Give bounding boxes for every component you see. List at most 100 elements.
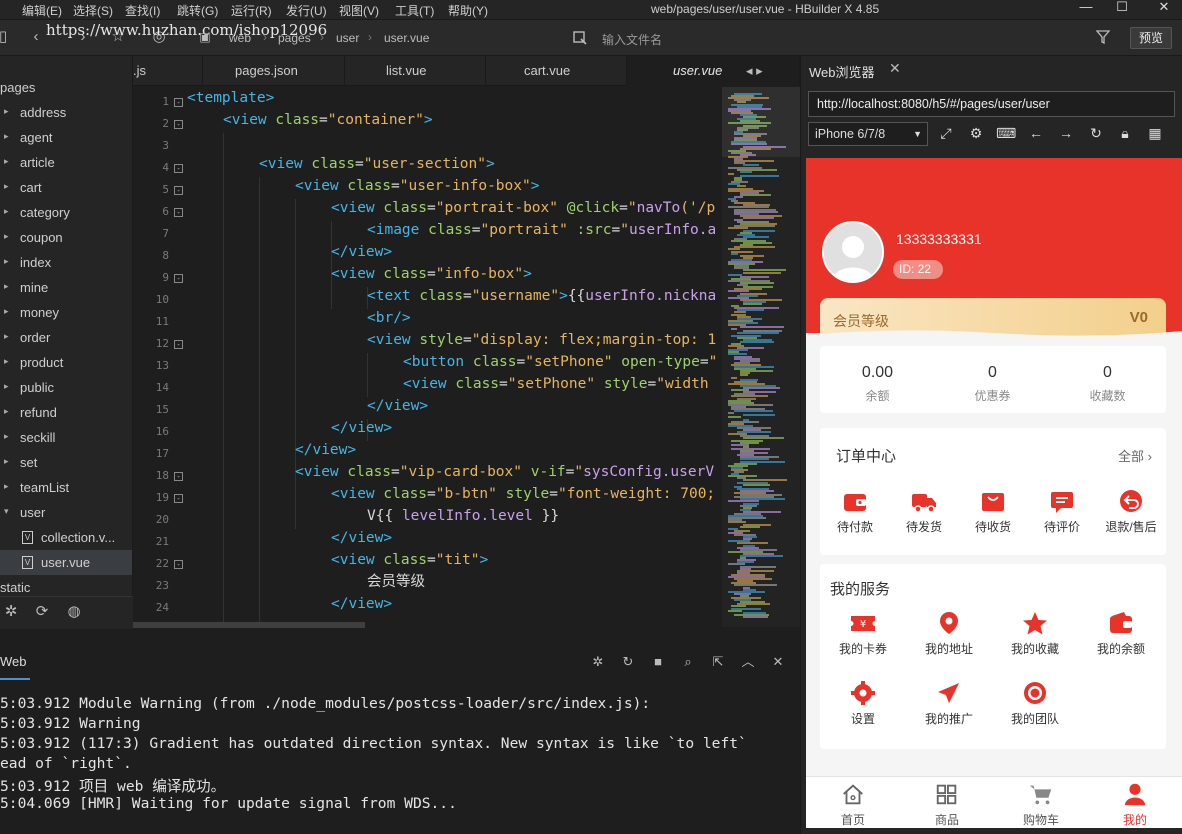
horizontal-scrollbar[interactable] bbox=[133, 622, 365, 628]
plugin-icon[interactable]: ◍ bbox=[65, 603, 83, 621]
tree-folder[interactable]: ▸ index bbox=[0, 250, 132, 275]
collapse-icon[interactable]: ︿ bbox=[739, 653, 757, 671]
console-tab-web[interactable]: Web bbox=[0, 654, 27, 669]
fold-icon[interactable]: - bbox=[174, 494, 183, 503]
tree-folder[interactable]: ▸ product bbox=[0, 350, 132, 375]
menu-publish[interactable]: 发行(U) bbox=[286, 2, 327, 19]
browser-tab[interactable]: Web浏览器 bbox=[809, 62, 875, 81]
fold-icon[interactable]: - bbox=[174, 120, 183, 129]
fold-icon[interactable]: - bbox=[174, 560, 183, 569]
service-item[interactable]: 设置 bbox=[828, 680, 898, 727]
menu-tools[interactable]: 工具(T) bbox=[395, 2, 434, 19]
service-item[interactable]: 我的余额 bbox=[1086, 610, 1156, 657]
breadcrumb-item[interactable]: user.vue bbox=[384, 31, 429, 45]
stop-icon[interactable]: ■ bbox=[649, 653, 667, 671]
order-item[interactable]: 待收货 bbox=[958, 488, 1028, 535]
order-item[interactable]: 待发货 bbox=[889, 488, 959, 535]
tabbar-item[interactable]: 我的 bbox=[1088, 781, 1182, 828]
device-select[interactable]: iPhone 6/7/8 ▼ bbox=[808, 122, 928, 146]
fold-icon[interactable]: - bbox=[174, 186, 183, 195]
service-item[interactable]: 我的团队 bbox=[1000, 680, 1070, 727]
tree-folder[interactable]: ▸ teamList bbox=[0, 475, 132, 500]
service-item[interactable]: 我的推广 bbox=[914, 680, 984, 727]
rotate-icon[interactable]: ⤢ bbox=[936, 123, 956, 143]
settings-icon[interactable]: ⚙ bbox=[966, 123, 986, 143]
close-icon[interactable]: ✕ bbox=[889, 60, 901, 77]
filter-icon[interactable] bbox=[1096, 30, 1110, 44]
tab-user-vue[interactable]: user.vue ◂ ▸ bbox=[627, 56, 800, 86]
devtools-icon[interactable]: ⌨ bbox=[996, 123, 1016, 143]
breadcrumb-item[interactable]: pages bbox=[278, 31, 311, 45]
restart-icon[interactable]: ↻ bbox=[619, 653, 637, 671]
debug-icon[interactable]: ✲ bbox=[2, 603, 20, 621]
save-icon[interactable]: ▯ bbox=[0, 28, 12, 46]
maximize-icon[interactable]: ☐ bbox=[1104, 0, 1140, 19]
menu-select[interactable]: 选择(S) bbox=[73, 2, 113, 19]
order-item[interactable]: 待评价 bbox=[1027, 488, 1097, 535]
service-item[interactable]: 我的地址 bbox=[914, 610, 984, 657]
fold-icon[interactable]: - bbox=[174, 98, 183, 107]
back-icon[interactable]: ‹ bbox=[27, 28, 45, 46]
preview-button[interactable]: 预览 bbox=[1130, 27, 1172, 49]
stat-favorites[interactable]: 0 收藏数 bbox=[1050, 364, 1165, 404]
tabbar-item[interactable]: 购物车 bbox=[994, 781, 1088, 828]
fold-icon[interactable]: - bbox=[174, 340, 183, 349]
clear-icon[interactable]: ✕ bbox=[769, 653, 787, 671]
tree-file[interactable]: Vuser.vue bbox=[0, 550, 132, 575]
breadcrumb-item[interactable]: user bbox=[336, 31, 359, 45]
tree-folder[interactable]: ▸ order bbox=[0, 325, 132, 350]
menu-find[interactable]: 查找(I) bbox=[125, 2, 160, 19]
git-icon[interactable]: ⟳ bbox=[33, 603, 51, 621]
tab-js[interactable]: .js bbox=[133, 56, 203, 86]
tree-folder[interactable]: ▸ address bbox=[0, 100, 132, 125]
order-item[interactable]: 退款/售后 bbox=[1096, 488, 1166, 535]
back-arrow-icon[interactable]: ← bbox=[1026, 123, 1046, 143]
qrcode-icon[interactable]: ▦ bbox=[1145, 123, 1165, 143]
tree-folder[interactable]: ▸ cart bbox=[0, 175, 132, 200]
tree-folder[interactable]: ▸ agent bbox=[0, 125, 132, 150]
tree-folder[interactable]: ▸ article bbox=[0, 150, 132, 175]
url-input[interactable]: http://localhost:8080/h5/#/pages/user/us… bbox=[808, 91, 1175, 117]
order-item[interactable]: 待付款 bbox=[820, 488, 890, 535]
tab-pages-json[interactable]: pages.json bbox=[203, 56, 345, 86]
tabbar-item[interactable]: 首页 bbox=[806, 781, 900, 828]
minimap[interactable] bbox=[722, 87, 800, 627]
tab-cart-vue[interactable]: cart.vue bbox=[486, 56, 627, 86]
tree-folder[interactable]: ▸ seckill bbox=[0, 425, 132, 450]
tabbar-item[interactable]: 商品 bbox=[900, 781, 994, 828]
service-item[interactable]: 我的收藏 bbox=[1000, 610, 1070, 657]
tree-folder[interactable]: ▸ public bbox=[0, 375, 132, 400]
fold-icon[interactable]: - bbox=[174, 164, 183, 173]
fold-icon[interactable]: - bbox=[174, 208, 183, 217]
avatar[interactable] bbox=[822, 221, 884, 283]
tree-folder[interactable]: ▸ refund bbox=[0, 400, 132, 425]
tab-nav-icon[interactable]: ◂ ▸ bbox=[746, 63, 763, 79]
breadcrumb-item[interactable]: web bbox=[229, 31, 251, 45]
bug-icon[interactable]: ✲ bbox=[589, 653, 607, 671]
minimize-icon[interactable]: — bbox=[1068, 0, 1104, 19]
tree-folder[interactable]: ▸ mine bbox=[0, 275, 132, 300]
menu-help[interactable]: 帮助(Y) bbox=[448, 2, 488, 19]
tree-folder[interactable]: ▸ coupon bbox=[0, 225, 132, 250]
find-log-icon[interactable]: ⌕ bbox=[679, 653, 697, 671]
file-search-input[interactable]: 输入文件名 bbox=[570, 26, 870, 50]
service-item[interactable]: ¥ 我的卡券 bbox=[828, 610, 898, 657]
tree-folder[interactable]: ▸ money bbox=[0, 300, 132, 325]
fold-icon[interactable]: - bbox=[174, 472, 183, 481]
menu-view[interactable]: 视图(V) bbox=[339, 2, 379, 19]
stat-coupons[interactable]: 0 优惠券 bbox=[935, 364, 1050, 404]
fold-icon[interactable]: - bbox=[174, 274, 183, 283]
tree-folder[interactable]: ▾ user bbox=[0, 500, 132, 525]
tab-list-vue[interactable]: list.vue bbox=[345, 56, 486, 86]
menu-edit[interactable]: 编辑(E) bbox=[22, 2, 62, 19]
forward-arrow-icon[interactable]: → bbox=[1056, 123, 1076, 143]
refresh-icon[interactable]: ↻ bbox=[1086, 123, 1106, 143]
menu-goto[interactable]: 跳转(G) bbox=[177, 2, 218, 19]
open-external-icon[interactable]: ⇱ bbox=[709, 653, 727, 671]
close-icon[interactable]: ✕ bbox=[1146, 0, 1182, 19]
tree-file[interactable]: Vcollection.v... bbox=[0, 525, 132, 550]
minimap-viewport[interactable] bbox=[722, 87, 800, 157]
tree-folder[interactable]: ▸ set bbox=[0, 450, 132, 475]
tree-folder[interactable]: pages bbox=[0, 75, 132, 100]
order-all-link[interactable]: 全部 › bbox=[1118, 446, 1152, 465]
